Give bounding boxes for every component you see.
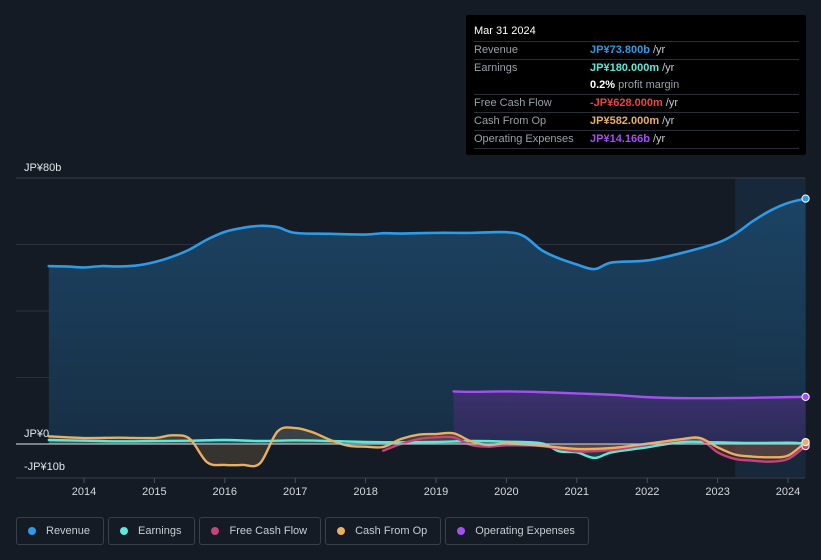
x-tick-label: 2023 [705, 486, 729, 498]
x-tick-label: 2018 [353, 486, 377, 498]
legend-item-revenue[interactable]: Revenue [16, 517, 105, 545]
tooltip-unit: /yr [665, 97, 679, 109]
legend-label: Revenue [46, 525, 91, 537]
legend-dot-icon [28, 527, 36, 535]
tooltip-row: Operating Expenses JP¥14.166b/yr [474, 130, 799, 148]
legend-label: Cash From Op [355, 525, 428, 537]
tooltip-label: Operating Expenses [474, 133, 574, 145]
tooltip-label: Revenue [474, 44, 519, 56]
tooltip-value: JP¥14.166b [590, 133, 650, 145]
tooltip-row: 0.2% profit margin [474, 77, 799, 94]
tooltip-row: Free Cash Flow -JP¥628.000m/yr [474, 94, 799, 112]
tooltip-value: JP¥582.000m [590, 115, 660, 127]
legend-item-earnings[interactable]: Earnings [108, 517, 196, 545]
legend-dot-icon [337, 527, 346, 535]
tooltip-value: 0.2% [590, 79, 616, 91]
tooltip-date: Mar 31 2024 [474, 25, 536, 37]
y-tick-label: JP¥0 [24, 428, 49, 440]
x-tick-label: 2016 [213, 486, 237, 498]
y-tick-label: JP¥80b [24, 162, 61, 174]
tooltip-row: Cash From Op JP¥582.000m/yr [474, 112, 799, 130]
legend-dot-icon [211, 527, 220, 535]
x-tick-label: 2014 [72, 486, 96, 498]
legend-label: Operating Expenses [475, 525, 575, 537]
tooltip-row: Revenue JP¥73.800b/yr [474, 41, 799, 59]
x-tick-label: 2020 [494, 486, 518, 498]
y-tick-label: -JP¥10b [24, 461, 65, 473]
tooltip-unit: /yr [662, 115, 675, 127]
operating-expenses-area [453, 391, 806, 444]
tooltip-divider [474, 148, 799, 149]
legend: Revenue Earnings Free Cash Flow Cash From O… [16, 517, 589, 545]
tooltip-unit: /yr [652, 133, 666, 145]
x-tick-label: 2019 [424, 486, 448, 498]
tooltip-panel: Mar 31 2024 Revenue JP¥73.800b/yr Earnings… [466, 15, 806, 155]
tooltip-unit: /yr [662, 62, 675, 74]
tooltip-label: Earnings [474, 62, 518, 74]
x-tick-label: 2017 [283, 486, 307, 498]
tooltip-unit: profit margin [618, 79, 680, 91]
tooltip-value: -JP¥628.000m [590, 97, 663, 109]
legend-item-free-cash-flow[interactable]: Free Cash Flow [199, 517, 322, 545]
x-tick-label: 2024 [776, 486, 800, 498]
legend-dot-icon [120, 527, 129, 535]
tooltip-label [474, 77, 590, 94]
legend-dot-icon [457, 527, 466, 535]
tooltip-label: Cash From Op [474, 115, 547, 127]
x-tick-label: 2015 [142, 486, 166, 498]
tooltip-value: JP¥180.000m [590, 62, 660, 74]
x-tick-label: 2022 [635, 486, 659, 498]
tooltip-unit: /yr [652, 44, 666, 56]
operating-expenses-end-point[interactable] [801, 392, 810, 401]
tooltip-label: Free Cash Flow [474, 97, 552, 109]
tooltip-row: Earnings JP¥180.000m/yr [474, 59, 799, 77]
legend-label: Earnings [138, 525, 182, 537]
x-tick-label: 2021 [565, 486, 589, 498]
legend-label: Free Cash Flow [229, 525, 308, 537]
legend-item-cash-from-op[interactable]: Cash From Op [325, 517, 442, 545]
tooltip-value: JP¥73.800b [590, 44, 650, 56]
legend-item-operating-expenses[interactable]: Operating Expenses [445, 517, 589, 545]
revenue-end-point[interactable] [801, 194, 810, 203]
